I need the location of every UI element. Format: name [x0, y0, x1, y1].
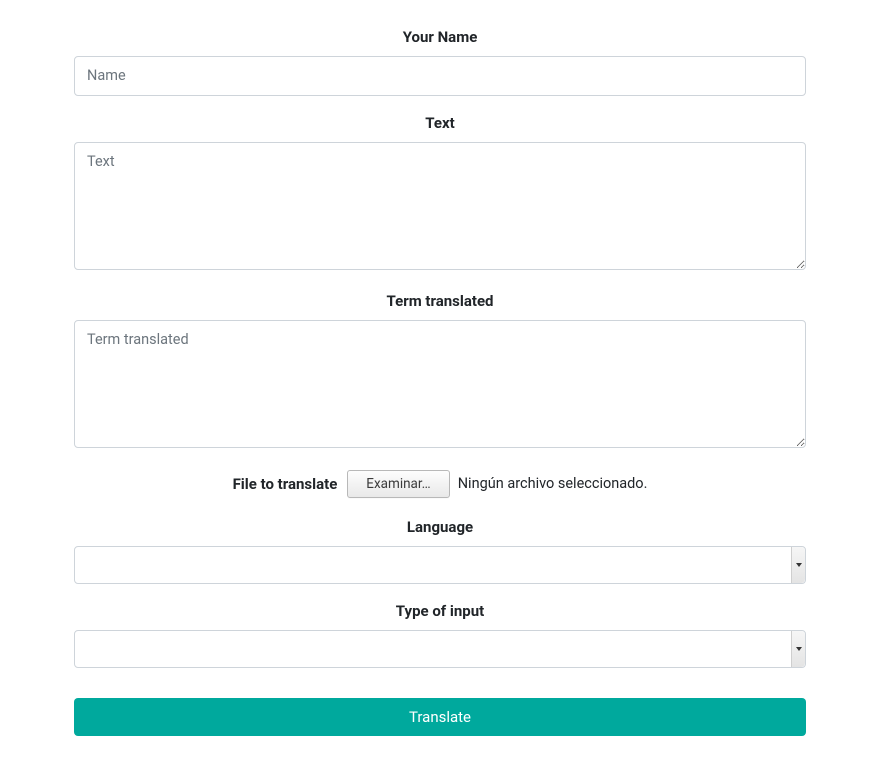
- input-type-label: Type of input: [74, 602, 806, 620]
- name-label: Your Name: [74, 28, 806, 46]
- file-widget: Examinar… Ningún archivo seleccionado.: [347, 470, 647, 498]
- text-group: Text: [74, 114, 806, 274]
- term-translated-label: Term translated: [74, 292, 806, 310]
- language-select-wrap: [74, 546, 806, 584]
- text-label: Text: [74, 114, 806, 132]
- input-type-select-wrap: [74, 630, 806, 668]
- term-translated-group: Term translated: [74, 292, 806, 452]
- file-row: File to translate Examinar… Ningún archi…: [74, 470, 806, 498]
- translate-form: Your Name Text Term translated File to t…: [0, 0, 880, 766]
- language-label: Language: [74, 518, 806, 536]
- name-group: Your Name: [74, 28, 806, 96]
- file-label: File to translate: [233, 475, 338, 493]
- term-translated-textarea[interactable]: [74, 320, 806, 448]
- file-browse-button[interactable]: Examinar…: [347, 470, 449, 498]
- name-input[interactable]: [74, 56, 806, 96]
- input-type-group: Type of input: [74, 602, 806, 668]
- file-status-text: Ningún archivo seleccionado.: [458, 475, 648, 492]
- translate-button[interactable]: Translate: [74, 698, 806, 736]
- text-textarea[interactable]: [74, 142, 806, 270]
- language-select[interactable]: [75, 547, 805, 583]
- language-group: Language: [74, 518, 806, 584]
- input-type-select[interactable]: [75, 631, 805, 667]
